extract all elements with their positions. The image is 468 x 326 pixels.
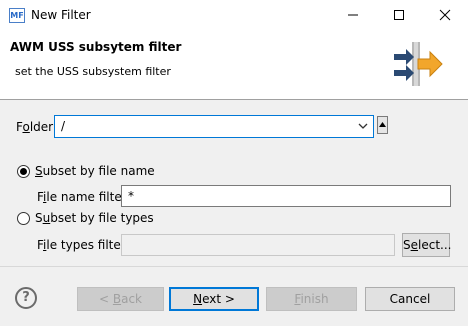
cancel-button[interactable]: Cancel: [365, 287, 455, 311]
maximize-button[interactable]: [376, 0, 422, 30]
filter-arrows-icon: [394, 42, 443, 86]
help-icon[interactable]: ?: [15, 287, 37, 309]
folder-label: Folder:: [16, 120, 57, 134]
subset-by-types-label[interactable]: Subset by file types: [35, 211, 154, 225]
wizard-header: AWM USS subsytem filter set the USS subs…: [0, 30, 468, 100]
minimize-icon: [348, 14, 358, 16]
minimize-button[interactable]: [330, 0, 376, 30]
back-button[interactable]: < Back: [77, 287, 164, 311]
select-button[interactable]: Select...: [402, 233, 451, 257]
header-title: AWM USS subsytem filter: [10, 40, 182, 54]
maximize-icon: [394, 10, 404, 20]
file-name-filter-input[interactable]: *: [121, 185, 451, 207]
header-subtitle: set the USS subsystem filter: [15, 65, 171, 78]
close-button[interactable]: [422, 0, 468, 30]
folder-combo[interactable]: /: [54, 115, 374, 138]
file-name-filter-label: File name filter:: [37, 190, 131, 204]
footer-separator: [0, 266, 468, 267]
app-icon: MF: [9, 8, 25, 23]
subset-by-types-radio[interactable]: [17, 212, 30, 225]
subset-by-name-radio[interactable]: [17, 165, 30, 178]
next-button[interactable]: Next >: [169, 287, 259, 311]
finish-button[interactable]: Finish: [266, 287, 357, 311]
folder-up-button[interactable]: [377, 116, 388, 134]
window-title: New Filter: [31, 8, 91, 22]
title-bar: MF New Filter: [0, 0, 468, 30]
file-types-filter-label: File types filter:: [37, 238, 130, 252]
chevron-down-icon[interactable]: [357, 118, 369, 134]
close-icon: [439, 9, 451, 21]
subset-by-name-label[interactable]: Subset by file name: [35, 164, 155, 178]
file-types-filter-input[interactable]: [121, 234, 395, 256]
folder-value: /: [61, 119, 66, 133]
triangle-up-icon: [379, 122, 386, 127]
